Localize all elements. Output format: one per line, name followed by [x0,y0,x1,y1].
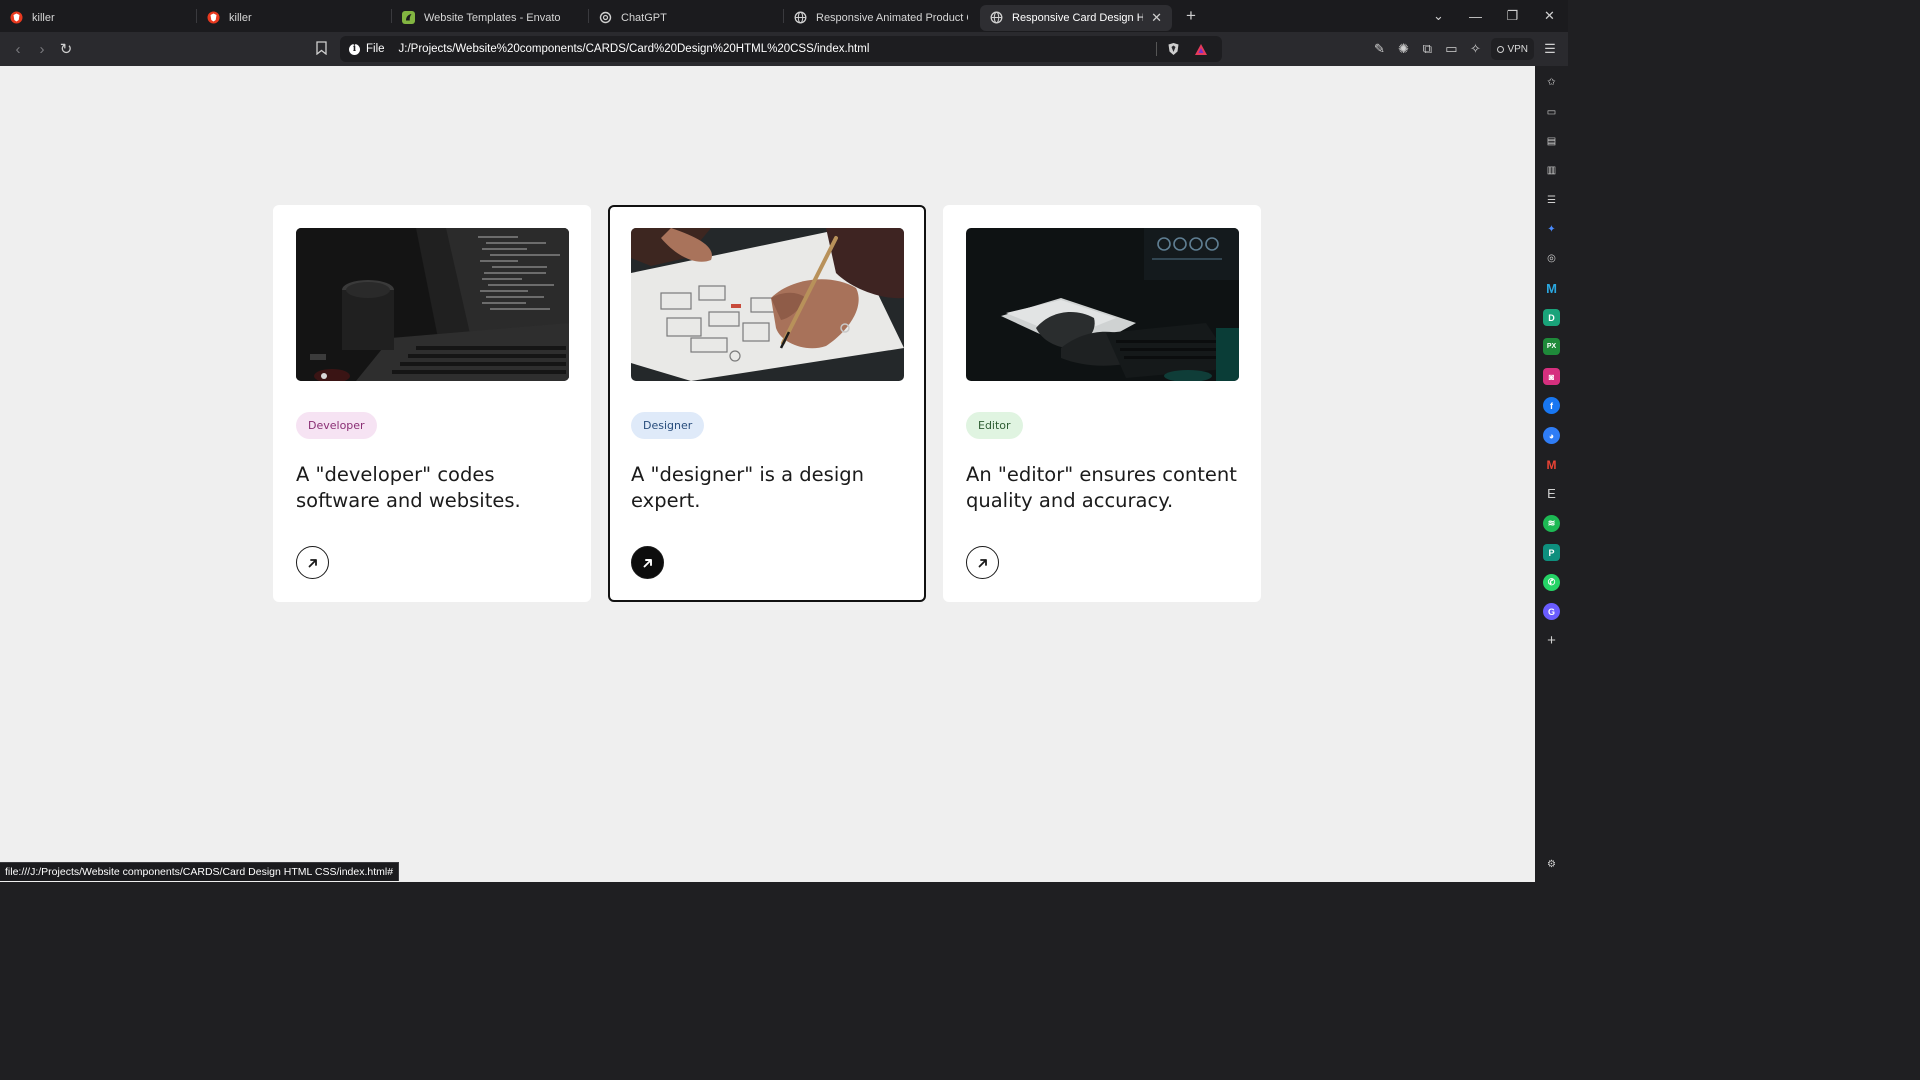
tab-killer-2[interactable]: killer [197,5,391,31]
arrow-up-right-icon [643,558,652,567]
app-p-icon[interactable]: P [1543,544,1560,561]
add-sidebar-item-icon[interactable]: + [1543,632,1560,649]
menu-icon[interactable]: ☰ [1538,37,1562,61]
reading-list-icon[interactable]: ☰ [1543,192,1560,209]
site-info-button[interactable]: i File [349,43,385,55]
card-image-laptop [296,228,569,381]
spotify-icon[interactable]: ≋ [1543,515,1560,532]
arrow-up-right-icon [308,558,317,567]
divider [1156,42,1157,56]
malwarebytes-icon[interactable]: M [1543,280,1560,297]
messenger-icon[interactable]: ◕ [1543,427,1560,444]
tab-chatgpt[interactable]: ChatGPT [589,5,783,31]
gmail-icon[interactable]: M [1543,456,1560,473]
tab-envato[interactable]: Website Templates - Envato [392,5,588,31]
close-tab-icon[interactable]: ✕ [1143,10,1162,26]
brave-logo-icon [10,11,23,24]
brave-logo-icon [207,11,220,24]
tab-title: killer [32,11,55,24]
back-icon[interactable]: ‹ [6,37,30,61]
tab-title: Website Templates - Envato [424,11,561,24]
site-info-label: File [366,43,385,55]
app-d-icon[interactable]: D [1543,309,1560,326]
app-g-icon[interactable]: G [1543,603,1560,620]
info-icon: i [349,43,360,55]
envato-e-icon[interactable]: E [1543,485,1560,502]
card-description: An "editor" ensures content quality and … [966,463,1237,512]
envato-icon [402,11,415,24]
card-link-button[interactable] [296,546,329,579]
tab-title: Responsive Animated Product Card [816,11,968,24]
tab-killer-1[interactable]: killer [0,5,196,31]
role-badge: Editor [966,412,1023,439]
wallet-icon[interactable]: ▭ [1439,37,1463,61]
sidebar-settings-gear-icon[interactable]: ⚙ [1543,856,1560,873]
leo-ai-icon[interactable]: ✺ [1391,37,1415,61]
tab-title: Responsive Card Design HTML [1012,11,1144,24]
browser-sidebar: ✩ ▭ ▤ ▥ ☰ ✦ ◎ M D PX ◙ f ◕ M E ≋ P ✆ G +… [1535,66,1568,882]
facebook-icon[interactable]: f [1543,397,1560,414]
card-image-editing-desk [966,228,1239,381]
window-controls: ⌄ — ❐ ✕ [1420,0,1568,32]
px-icon[interactable]: PX [1543,338,1560,355]
vpn-label: VPN [1507,43,1528,55]
pin-icon[interactable]: ✩ [1543,74,1560,91]
chatgpt-icon [599,11,612,24]
status-url-bar: file:///J:/Projects/Website components/C… [0,862,400,881]
tab-list-chevron-icon[interactable]: ⌄ [1420,8,1457,24]
restore-icon[interactable]: ❐ [1494,8,1531,24]
arrow-up-right-icon [978,558,987,567]
tabs-icon[interactable]: ▭ [1543,104,1560,121]
tab-title: killer [229,11,252,24]
browser-toolbar: ‹ › ↻ i File J:/Projects/Website%20compo… [0,32,1568,66]
role-badge: Developer [296,412,377,439]
new-tab-button[interactable]: + [1178,3,1204,29]
wallet-icon[interactable]: ▤ [1543,133,1560,150]
card-description: A "developer" codes software and website… [296,463,521,512]
page-viewport: Developer A "developer" codes software a… [0,66,1535,882]
card-link-button[interactable] [631,546,664,579]
reload-icon[interactable]: ↻ [54,37,78,61]
bookmark-icon[interactable] [316,41,327,55]
tab-animated-product-card[interactable]: Responsive Animated Product Card [784,5,978,31]
forward-icon[interactable]: › [30,37,54,61]
address-bar[interactable]: i File J:/Projects/Website%20components/… [340,36,1222,62]
card-description: A "designer" is a design expert. [631,463,864,512]
card-editor[interactable]: Editor An "editor" ensures content quali… [943,205,1261,602]
vpn-status-icon [1497,45,1505,53]
url-text[interactable]: J:/Projects/Website%20components/CARDS/C… [399,43,870,55]
tab-title: ChatGPT [621,11,667,24]
card-image-sketch [631,228,904,381]
sparkle-icon[interactable]: ✧ [1463,37,1487,61]
tab-card-design-active[interactable]: Responsive Card Design HTML ✕ [980,4,1172,31]
card-link-button[interactable] [966,546,999,579]
card-developer[interactable]: Developer A "developer" codes software a… [273,205,591,602]
globe-icon [794,11,807,24]
tab-strip: killer killer Website Templates - Envato… [0,0,1568,32]
instagram-icon[interactable]: ◙ [1543,368,1560,385]
vpn-button[interactable]: VPN [1491,38,1534,60]
pen-icon[interactable]: ✎ [1367,37,1391,61]
brave-shields-icon[interactable] [1167,42,1180,56]
bookmarks-icon[interactable]: ▥ [1543,162,1560,179]
whatsapp-icon[interactable]: ✆ [1543,574,1560,591]
chatgpt-icon[interactable]: ◎ [1543,250,1560,267]
globe-icon [990,11,1003,24]
brave-rewards-icon[interactable] [1194,43,1208,56]
close-window-icon[interactable]: ✕ [1531,8,1568,24]
card-designer[interactable]: Designer A "designer" is a design expert… [608,205,926,602]
extensions-icon[interactable]: ⧉ [1415,37,1439,61]
role-badge: Designer [631,412,705,439]
leo-icon[interactable]: ✦ [1543,221,1560,238]
minimize-icon[interactable]: — [1457,9,1494,24]
